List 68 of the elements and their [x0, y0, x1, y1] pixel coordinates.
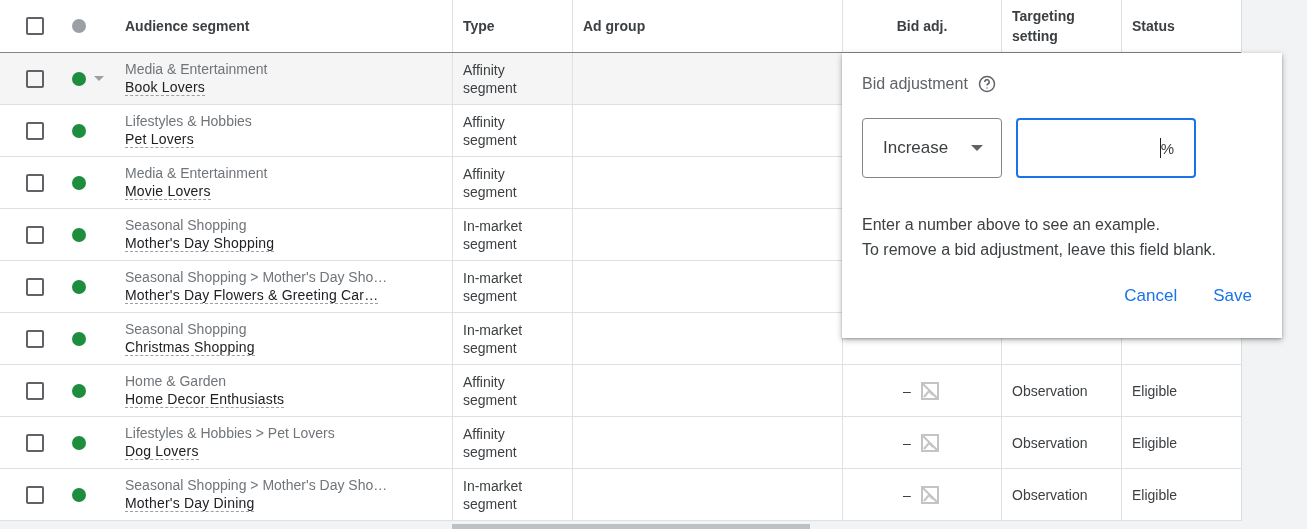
table-cell: Eligible [1132, 382, 1178, 399]
segment-name[interactable]: Christmas Shopping [125, 339, 255, 356]
table-cell: Eligible [1132, 434, 1178, 451]
help-text: Enter a number above to see an example. [862, 215, 1161, 235]
table-cell-text: In-market segment [463, 216, 524, 253]
table-cell-text: Affinity segment [463, 164, 518, 201]
cancel-button[interactable]: Cancel [1114, 278, 1188, 314]
table-cell: Observation [1012, 434, 1088, 451]
table-cell: – [903, 382, 911, 399]
table-cell: Eligible [1132, 486, 1178, 503]
table-cell-text: In-market segment [463, 268, 524, 305]
segment-category: Media & Entertainment [125, 61, 268, 77]
row-checkbox[interactable] [26, 277, 44, 296]
column-header[interactable]: Ad group [583, 16, 646, 36]
row-checkbox[interactable] [26, 433, 44, 452]
table-row[interactable]: Home & Garden Home Decor Enthusiasts Affinity segment – Observation Eligible [0, 365, 1241, 417]
no-image-icon [918, 431, 941, 454]
table-row[interactable]: Lifestyles & Hobbies > Pet Lovers Dog Lovers Affinity segment – Observation Eligible [0, 417, 1241, 469]
row-checkbox[interactable] [26, 69, 44, 88]
segment-category: Seasonal Shopping > Mother's Day Sho… [125, 477, 388, 493]
row-checkbox[interactable] [26, 485, 44, 504]
percent-field[interactable]: % [1016, 118, 1196, 178]
table-cell: Observation [1012, 382, 1088, 399]
table-cell-text: Affinity segment [463, 112, 518, 149]
caret-icon[interactable] [971, 145, 983, 151]
segment-name[interactable]: Dog Lovers [125, 443, 199, 460]
help-text: To remove a bid adjustment, leave this field blank. [862, 240, 1217, 260]
table-row[interactable]: Seasonal Shopping > Mother's Day Sho… Mother's Day Dining In-market segment – Observation Eligible [0, 469, 1241, 521]
column-header[interactable]: Bid adj. [896, 16, 948, 36]
segment-category: Seasonal Shopping [125, 217, 248, 233]
table-cell: – [903, 434, 911, 451]
column-header[interactable]: Audience segment [125, 16, 250, 36]
table-cell-text: Affinity segment [463, 424, 518, 461]
table-cell-text: In-market segment [463, 476, 524, 513]
segment-name[interactable]: Pet Lovers [125, 131, 194, 148]
direction-dropdown[interactable]: Increase [862, 118, 1002, 178]
no-image-icon [918, 483, 941, 506]
table-cell-text: Affinity segment [463, 372, 518, 409]
status-dot [72, 19, 86, 33]
table-cell: – [903, 486, 911, 503]
table-cell: Observation [1012, 486, 1088, 503]
help-icon[interactable] [977, 75, 996, 93]
row-checkbox[interactable] [26, 121, 44, 140]
segment-name[interactable]: Mother's Day Dining [125, 495, 255, 512]
segment-category: Seasonal Shopping > Mother's Day Sho… [125, 269, 388, 285]
segment-name[interactable]: Mother's Day Flowers & Greeting Car… [125, 287, 379, 304]
segment-name[interactable]: Movie Lovers [125, 183, 211, 200]
row-checkbox[interactable] [26, 173, 44, 192]
segment-category: Seasonal Shopping [125, 321, 248, 337]
segment-name[interactable]: Home Decor Enthusiasts [125, 391, 285, 408]
select-all-checkbox[interactable] [26, 17, 44, 35]
segment-category: Media & Entertainment [125, 165, 268, 181]
segment-category: Lifestyles & Hobbies > Pet Lovers [125, 425, 335, 441]
column-header[interactable]: Status [1132, 16, 1175, 36]
no-image-icon [918, 379, 941, 402]
segment-name[interactable]: Book Lovers [125, 79, 206, 96]
scrollbar[interactable] [452, 524, 810, 529]
segment-name[interactable]: Mother's Day Shopping [125, 235, 275, 252]
row-checkbox[interactable] [26, 329, 44, 348]
row-checkbox[interactable] [26, 381, 44, 400]
table-cell-text: Affinity segment [463, 60, 518, 97]
row-checkbox[interactable] [26, 225, 44, 244]
popup-title: Bid adjustment [862, 75, 968, 93]
segment-category: Home & Garden [125, 373, 228, 389]
column-header[interactable]: Targeting setting [1012, 6, 1111, 46]
column-header[interactable]: Type [463, 16, 495, 36]
segment-category: Lifestyles & Hobbies [125, 113, 252, 129]
table-cell-text: In-market segment [463, 320, 524, 357]
